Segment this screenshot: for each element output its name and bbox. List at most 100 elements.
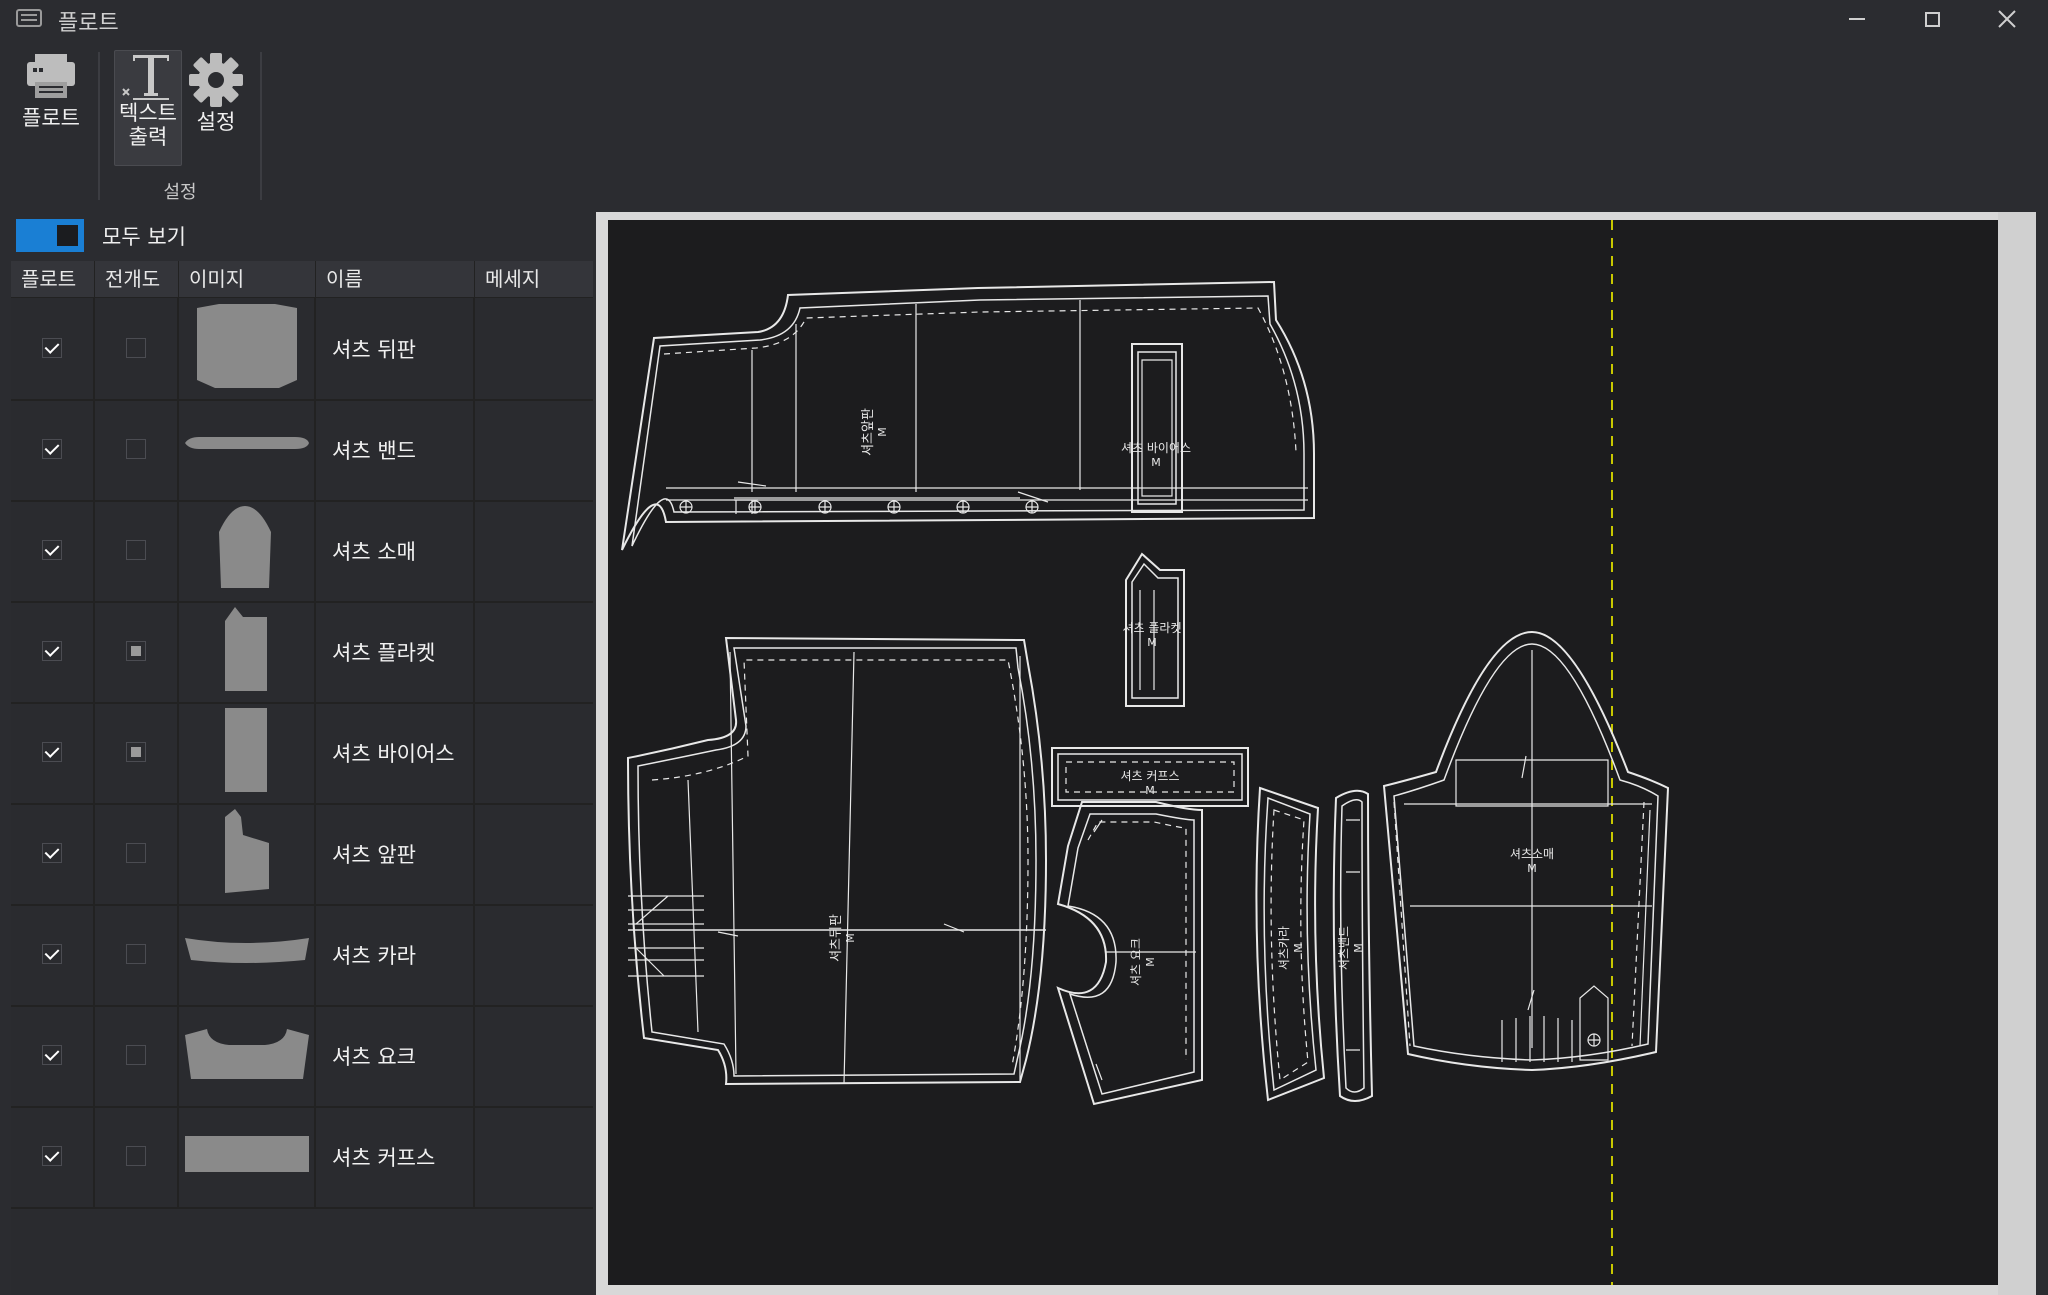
message-cell <box>475 904 593 1005</box>
message-cell <box>475 1005 593 1106</box>
piece-label: 셔츠카라 <box>1277 926 1291 970</box>
column-header-image[interactable]: 이미지 <box>179 261 316 297</box>
table-row[interactable]: 셔츠 앞판 <box>11 803 593 906</box>
unfold-cell <box>95 601 179 702</box>
minimize-button[interactable] <box>1822 0 1892 38</box>
name-cell: 셔츠 카라 <box>316 904 475 1005</box>
unfold-checkbox[interactable] <box>126 1146 146 1166</box>
name-cell: 셔츠 밴드 <box>316 399 475 500</box>
maximize-button[interactable] <box>1897 0 1967 38</box>
piece-label: 셔츠 커프스 <box>1120 769 1179 783</box>
piece-label: 셔츠뒤판 <box>829 914 844 962</box>
unfold-checkbox[interactable] <box>126 338 146 358</box>
piece-name: 셔츠 뒤판 <box>332 338 416 362</box>
text-output-button[interactable]: 텍스트 출력 <box>114 50 182 166</box>
unfold-checkbox[interactable] <box>126 439 146 459</box>
pattern-layout: 셔츠앞판 M셔츠 바이어스M셔츠 플라켓M셔츠 커프스M셔츠뒤판 M셔츠 요크 M 셔츠… <box>621 220 1670 1285</box>
ribbon-toolbar: 플로트 텍스트 출력 설정 설정 <box>0 38 2048 210</box>
piece-name: 셔츠 요크 <box>332 1045 416 1069</box>
unfold-checkbox[interactable] <box>126 1045 146 1065</box>
image-cell <box>179 500 316 601</box>
message-cell <box>475 1106 593 1207</box>
plot-checkbox[interactable] <box>42 641 62 661</box>
table-header: 플로트 전개도 이미지 이름 메세지 <box>11 261 593 298</box>
close-button[interactable] <box>1972 0 2042 38</box>
unfold-checkbox[interactable] <box>126 843 146 863</box>
unfold-cell <box>95 803 179 904</box>
unfold-checkbox[interactable] <box>126 641 146 661</box>
piece-thumbnail <box>225 708 267 792</box>
title-bar: 플로트 <box>0 0 2048 38</box>
piece-label: 셔츠소매 <box>1510 847 1554 861</box>
plot-checkbox[interactable] <box>42 944 62 964</box>
piece-size-label: M <box>1144 957 1157 967</box>
plot-checkbox[interactable] <box>42 1146 62 1166</box>
toggle-knob <box>57 225 78 246</box>
message-cell <box>475 803 593 904</box>
column-header-unfold[interactable]: 전개도 <box>95 261 179 297</box>
plot-cell <box>11 1005 95 1106</box>
image-cell <box>179 904 316 1005</box>
table-row[interactable]: 셔츠 카라 <box>11 904 593 1007</box>
plot-cell <box>11 298 95 399</box>
plot-checkbox[interactable] <box>42 843 62 863</box>
plot-button[interactable]: 플로트 <box>8 52 94 152</box>
plot-checkbox[interactable] <box>42 338 62 358</box>
settings-button[interactable]: 설정 <box>186 52 246 152</box>
image-cell <box>179 601 316 702</box>
column-header-plot[interactable]: 플로트 <box>11 261 95 297</box>
plot-button-label: 플로트 <box>22 106 80 130</box>
table-row[interactable]: 셔츠 요크 <box>11 1005 593 1108</box>
plot-checkbox[interactable] <box>42 439 62 459</box>
message-cell <box>475 298 593 399</box>
unfold-cell <box>95 500 179 601</box>
piece-size-label: M <box>844 933 857 943</box>
plotter-icon <box>27 54 75 98</box>
column-header-name[interactable]: 이름 <box>316 261 475 297</box>
table-row[interactable]: 셔츠 밴드 <box>11 399 593 502</box>
piece-name: 셔츠 플라켓 <box>332 641 436 665</box>
image-cell <box>179 1005 316 1106</box>
ribbon-separator <box>260 52 262 200</box>
table-row[interactable]: 셔츠 플라켓 <box>11 601 593 704</box>
piece-name: 셔츠 커프스 <box>332 1146 436 1170</box>
plot-checkbox[interactable] <box>42 742 62 762</box>
unfold-cell <box>95 1106 179 1207</box>
plot-cell <box>11 803 95 904</box>
piece-thumbnail <box>185 938 309 963</box>
canvas-scroll-area[interactable] <box>1998 212 2036 1295</box>
image-cell <box>179 399 316 500</box>
name-cell: 셔츠 소매 <box>316 500 475 601</box>
piece-thumbnail <box>225 607 267 691</box>
back-grain-lines <box>687 651 1021 1085</box>
unfold-checkbox[interactable] <box>126 540 146 560</box>
window-title: 플로트 <box>58 11 119 36</box>
piece-label: 셔츠 플라켓 <box>1122 621 1181 635</box>
plot-cell <box>11 702 95 803</box>
piece-name: 셔츠 소매 <box>332 540 416 564</box>
piece-name: 셔츠 카라 <box>332 944 416 968</box>
message-cell <box>475 702 593 803</box>
gear-icon <box>189 53 243 107</box>
piece-thumbnail <box>197 304 297 388</box>
image-cell <box>179 1106 316 1207</box>
plot-checkbox[interactable] <box>42 1045 62 1065</box>
plot-preview-canvas[interactable]: 셔츠앞판 M 셔츠 바이어스 M 셔츠 플라켓 M 셔츠 커프스 M 셔츠뒤판 M 셔츠 요크 M 셔츠… <box>608 220 1998 1285</box>
unfold-checkbox[interactable] <box>126 944 146 964</box>
plot-checkbox[interactable] <box>42 540 62 560</box>
table-row[interactable]: 셔츠 바이어스 <box>11 702 593 805</box>
table-row[interactable]: 셔츠 소매 <box>11 500 593 603</box>
column-header-message[interactable]: 메세지 <box>475 261 593 297</box>
piece-name: 셔츠 밴드 <box>332 439 416 463</box>
show-all-toggle[interactable] <box>16 219 84 252</box>
bias-inner <box>1141 359 1173 497</box>
table-row[interactable]: 셔츠 뒤판 <box>11 298 593 401</box>
show-all-label: 모두 보기 <box>102 225 186 249</box>
plot-cell <box>11 904 95 1005</box>
unfold-checkbox[interactable] <box>126 742 146 762</box>
bias-piece-cutline <box>1137 351 1177 505</box>
yoke-ticks <box>1093 819 1103 1081</box>
piece-size-label: M <box>876 427 889 437</box>
piece-size-label: M <box>1151 456 1161 469</box>
table-row[interactable]: 셔츠 커프스 <box>11 1106 593 1209</box>
